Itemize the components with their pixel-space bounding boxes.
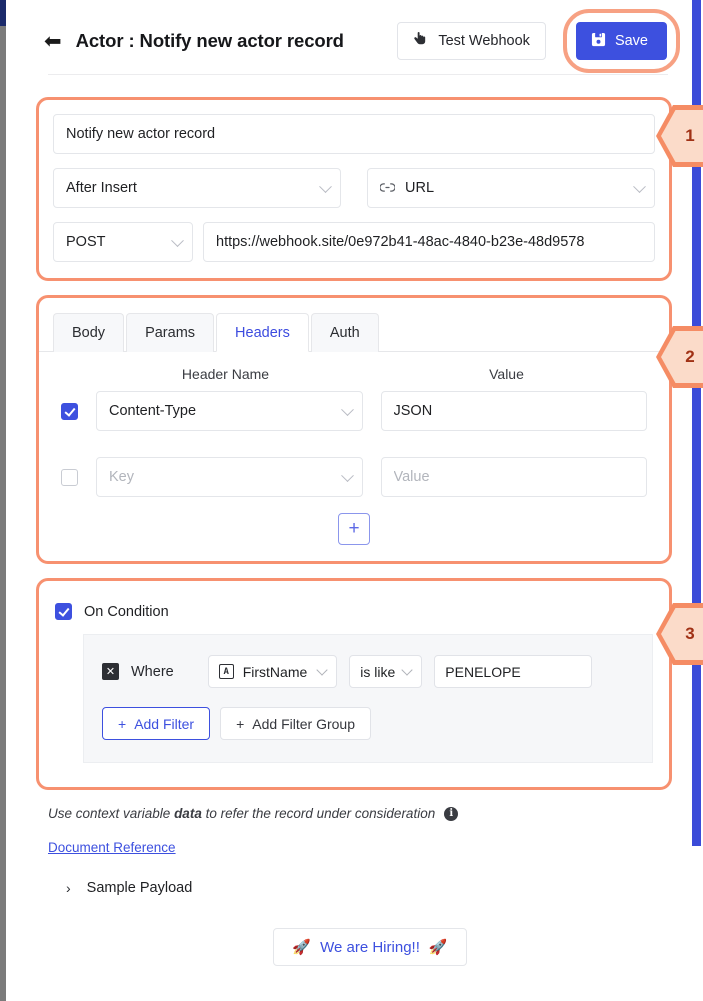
- header-key-select[interactable]: Key: [96, 457, 363, 497]
- webhook-name-input[interactable]: [53, 114, 655, 154]
- header-row-checkbox[interactable]: [61, 402, 78, 420]
- test-webhook-button[interactable]: Test Webhook: [397, 22, 546, 60]
- step-badge-1-label: 1: [661, 110, 703, 162]
- http-method-select[interactable]: POST: [53, 222, 193, 262]
- remove-filter-icon[interactable]: ✕: [102, 663, 119, 680]
- step-badge-2-label: 2: [661, 331, 703, 383]
- link-icon: [379, 180, 396, 196]
- chevron-down-icon: [340, 403, 354, 417]
- page-footer: Use context variable data to refer the r…: [6, 790, 692, 966]
- header-value-wrap: [380, 391, 647, 431]
- filter-value-input[interactable]: [434, 655, 593, 688]
- sample-payload-toggle[interactable]: › Sample Payload: [48, 880, 692, 896]
- chevron-down-icon: [633, 180, 646, 194]
- filter-actions: + Add Filter + Add Filter Group: [102, 707, 634, 740]
- chevron-down-icon: [401, 663, 413, 676]
- condition-section: On Condition ✕ Where A FirstName is like: [36, 578, 703, 790]
- info-icon[interactable]: i: [444, 806, 459, 821]
- http-method-value: POST: [66, 234, 106, 250]
- chevron-down-icon: [316, 663, 328, 676]
- rocket-icon: 🚀: [292, 938, 312, 956]
- header-key-select-wrap: Key: [96, 457, 363, 497]
- step-badge-3: 3: [656, 603, 703, 665]
- webhook-basics-section: After Insert URL POST: [36, 97, 703, 281]
- chevron-down-icon: [340, 469, 354, 483]
- headers-column-labels: Header Name Value: [39, 352, 669, 382]
- header-name-column-label: Header Name: [181, 366, 270, 382]
- webhook-url-input[interactable]: [203, 222, 655, 262]
- webhook-editor-page: ⬅ Actor : Notify new actor record Test W…: [0, 0, 703, 1001]
- plus-icon: +: [118, 715, 127, 732]
- floppy-disk-icon: [591, 32, 606, 51]
- filter-row: ✕ Where A FirstName is like: [102, 655, 634, 688]
- header-value-column-label: Value: [489, 366, 524, 382]
- test-webhook-label: Test Webhook: [438, 33, 530, 49]
- save-label: Save: [614, 33, 648, 49]
- header-row: Content-Type: [39, 382, 669, 431]
- add-filter-group-label: Add Filter Group: [252, 715, 356, 732]
- target-type-select[interactable]: URL: [367, 168, 655, 208]
- on-condition-checkbox[interactable]: [55, 603, 72, 620]
- header-row-checkbox[interactable]: [61, 468, 78, 486]
- tab-headers[interactable]: Headers: [216, 313, 309, 352]
- filter-operator-select[interactable]: is like: [349, 655, 423, 688]
- request-tabs: Body Params Headers Auth: [39, 298, 669, 352]
- request-details-section: Body Params Headers Auth Header Name Val…: [36, 295, 703, 564]
- chevron-down-icon: [171, 234, 184, 248]
- header-value-input[interactable]: [380, 457, 647, 497]
- add-filter-button[interactable]: + Add Filter: [102, 707, 211, 740]
- target-type-value: URL: [405, 180, 435, 196]
- on-condition-label: On Condition: [84, 603, 169, 620]
- header-divider: [48, 74, 668, 75]
- save-button[interactable]: Save: [575, 22, 667, 60]
- text-field-type-icon: A: [218, 664, 234, 679]
- we-are-hiring-button[interactable]: 🚀 We are Hiring!! 🚀: [273, 928, 467, 966]
- add-filter-group-button[interactable]: + Add Filter Group: [220, 707, 372, 740]
- add-filter-label: Add Filter: [134, 715, 195, 732]
- trigger-event-select[interactable]: After Insert: [53, 168, 341, 208]
- header-key-placeholder: Key: [109, 469, 134, 485]
- header-key-value: Content-Type: [109, 403, 197, 419]
- tab-params[interactable]: Params: [126, 313, 215, 352]
- header-key-select-wrap: Content-Type: [96, 391, 363, 431]
- header-row: Key: [39, 431, 669, 497]
- tab-auth[interactable]: Auth: [310, 313, 379, 352]
- trigger-event-value: After Insert: [66, 180, 137, 196]
- plus-icon: +: [236, 715, 245, 732]
- cursor-click-icon: [413, 31, 428, 51]
- chevron-right-icon: ›: [66, 880, 71, 896]
- context-variable-note: Use context variable data to refer the r…: [48, 806, 692, 821]
- back-arrow-icon[interactable]: ⬅: [44, 30, 62, 52]
- rocket-icon: 🚀: [428, 938, 448, 956]
- step-badge-3-label: 3: [661, 608, 703, 660]
- on-condition-head: On Condition: [55, 603, 653, 620]
- header-value-wrap: [380, 457, 647, 497]
- content-area: ⬅ Actor : Notify new actor record Test W…: [6, 0, 703, 1001]
- chevron-down-icon: [319, 180, 332, 194]
- page-header: ⬅ Actor : Notify new actor record Test W…: [6, 0, 692, 73]
- header-value-input[interactable]: [380, 391, 647, 431]
- tab-body[interactable]: Body: [53, 313, 125, 352]
- filter-panel: ✕ Where A FirstName is like +: [83, 634, 653, 763]
- header-key-select[interactable]: Content-Type: [96, 391, 363, 431]
- page-title: Actor : Notify new actor record: [75, 30, 344, 51]
- sample-payload-label: Sample Payload: [86, 880, 193, 896]
- hiring-banner: 🚀 We are Hiring!! 🚀: [48, 928, 692, 966]
- trigger-target-row: After Insert URL: [53, 168, 655, 208]
- filter-field-value: FirstName: [242, 663, 308, 680]
- header-actions: Test Webhook Save: [397, 9, 692, 73]
- document-reference-link[interactable]: Document Reference: [48, 840, 176, 855]
- step-badge-1: 1: [656, 105, 703, 167]
- add-header-row-button[interactable]: +: [338, 513, 370, 545]
- context-note-text: Use context variable data to refer the r…: [48, 806, 436, 821]
- hiring-label: We are Hiring!!: [320, 938, 420, 956]
- where-label: Where: [131, 663, 174, 680]
- filter-operator-value: is like: [360, 663, 396, 680]
- filter-field-select[interactable]: A FirstName: [207, 655, 338, 688]
- save-button-highlight: Save: [562, 9, 680, 73]
- method-url-row: POST: [53, 222, 655, 262]
